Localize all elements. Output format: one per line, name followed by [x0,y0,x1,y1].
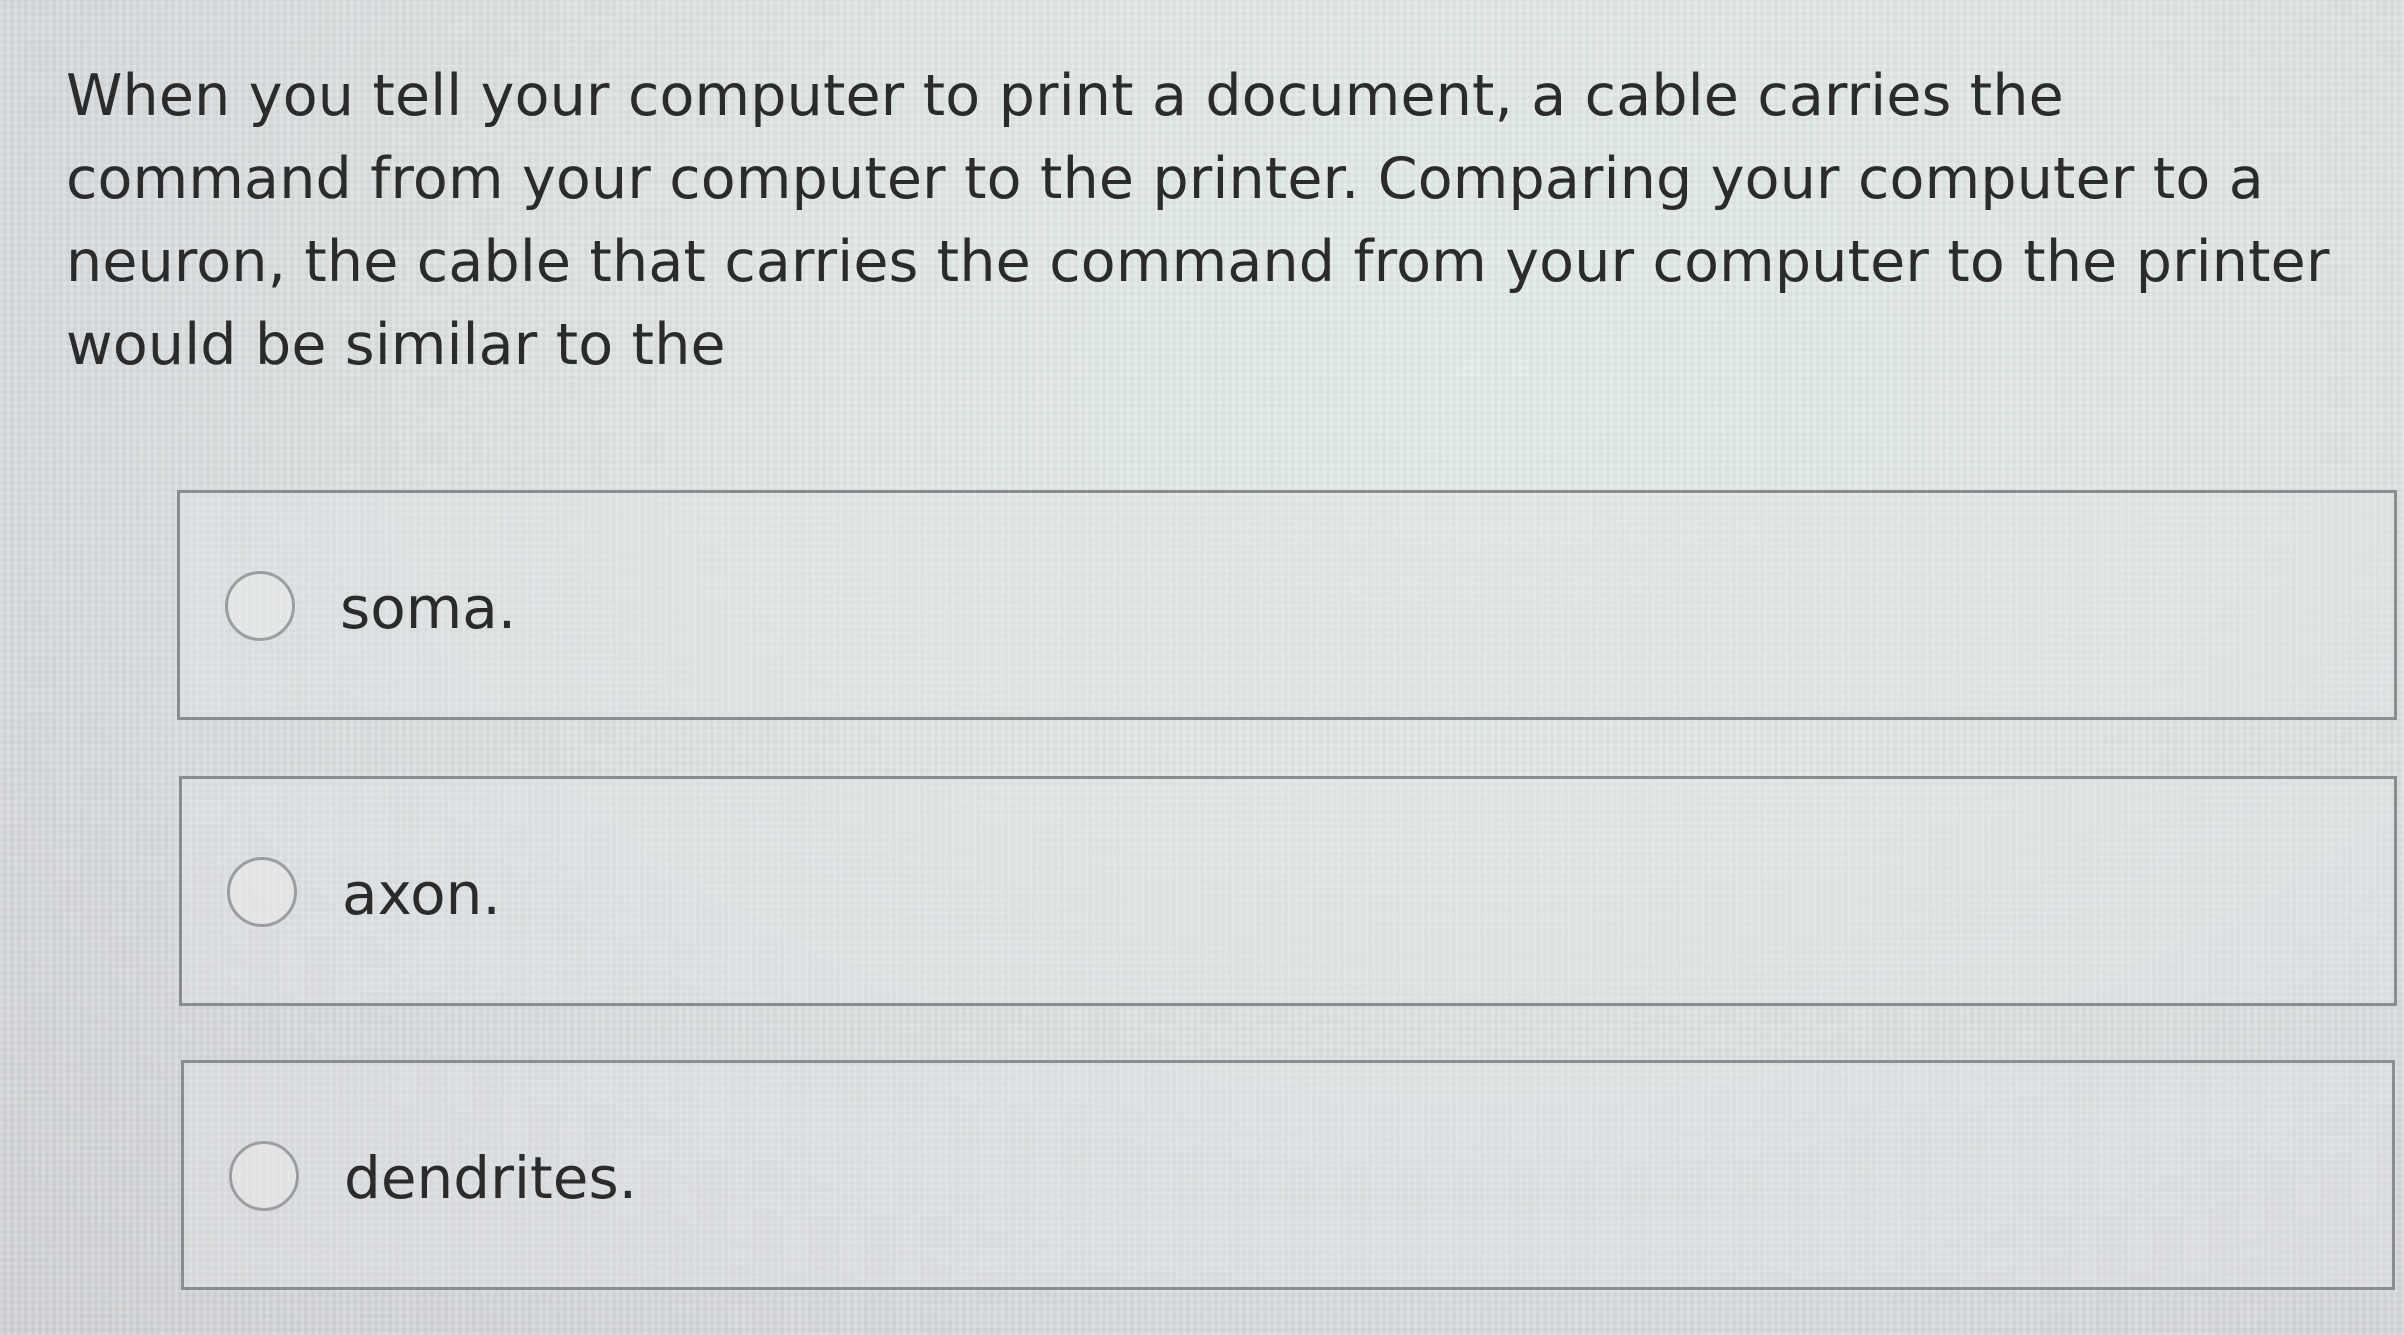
radio-button-soma[interactable] [225,571,295,641]
answer-label-soma: soma. [340,574,517,642]
radio-button-axon[interactable] [227,857,297,927]
answer-label-axon: axon. [342,860,501,928]
radio-button-dendrites[interactable] [229,1141,299,1211]
answer-label-dendrites: dendrites. [344,1144,638,1212]
answer-options: soma. axon. dendrites. [0,0,2404,1335]
answer-option-soma[interactable]: soma. [177,490,2397,720]
answer-option-dendrites[interactable]: dendrites. [181,1060,2395,1290]
answer-option-axon[interactable]: axon. [179,776,2397,1006]
